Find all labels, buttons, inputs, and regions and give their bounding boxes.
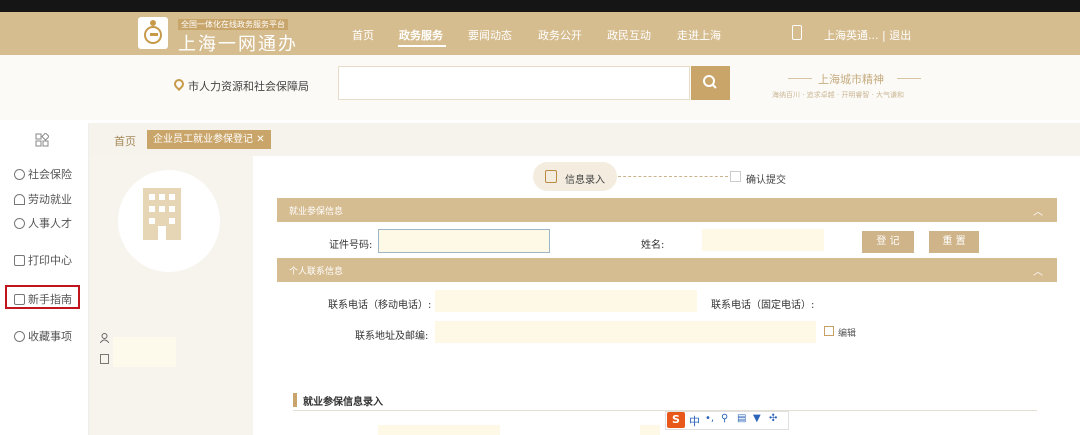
sidebar-item-label: 人事人才: [28, 217, 72, 230]
umbrella-icon: [14, 169, 25, 180]
address-label: 联系地址及邮编:: [355, 331, 429, 342]
section-employment-title: 就业参保信息: [289, 207, 344, 217]
person-icon: [99, 333, 110, 344]
tab-home[interactable]: 首页: [114, 133, 136, 149]
worker-icon: [14, 194, 25, 205]
edit-icon[interactable]: [824, 326, 834, 336]
nav-public[interactable]: 政务公开: [538, 27, 582, 43]
name-label: 姓名:: [641, 240, 665, 251]
sidebar-item-print-center[interactable]: 打印中心: [14, 252, 72, 268]
sidebar-item-social-insurance[interactable]: 社会保险: [14, 166, 72, 182]
id-number-label: 证件号码:: [329, 240, 373, 251]
sidebar-item-label: 劳动就业: [28, 193, 72, 206]
section-contact-title: 个人联系信息: [289, 267, 344, 277]
slogan-subtitle: 海纳百川 · 追求卓越 · 开明睿智 · 大气谦和: [772, 91, 905, 99]
logo-subtitle: 全国一体化在线政务服务平台: [178, 19, 288, 30]
sidebar-item-label: 打印中心: [28, 254, 72, 267]
contact-info-block: [113, 337, 176, 367]
logo-title[interactable]: 上海一网通办: [178, 30, 298, 56]
section-marker: [293, 393, 297, 407]
mobile-phone-field[interactable]: [435, 290, 697, 312]
step-2-label: 确认提交: [746, 175, 786, 186]
step-2-icon: [730, 171, 741, 182]
section-employment-header[interactable]: [277, 198, 1057, 222]
keyboard-icon[interactable]: ▤: [737, 413, 746, 424]
mobile-icon[interactable]: [792, 25, 802, 40]
location-label[interactable]: 市人力资源和社会保障局: [188, 78, 309, 94]
sidebar-item-favorites[interactable]: 收藏事项: [14, 328, 72, 344]
toolbox-icon[interactable]: ✣: [769, 413, 777, 424]
nav-home[interactable]: 首页: [352, 27, 374, 43]
section-entry-title: 就业参保信息录入: [303, 397, 383, 408]
slogan-title: 上海城市精神: [818, 73, 884, 86]
nav-news[interactable]: 要闻动态: [468, 27, 512, 43]
name-field[interactable]: [702, 229, 824, 251]
search-input[interactable]: [338, 66, 690, 100]
entry-field-1[interactable]: [378, 425, 500, 435]
tab-active-label: 企业员工就业参保登记: [153, 134, 253, 145]
apps-grid-icon[interactable]: [35, 132, 50, 147]
document-icon: [100, 354, 109, 364]
sidebar-item-label: 收藏事项: [28, 330, 72, 343]
nav-interaction[interactable]: 政民互动: [607, 27, 651, 43]
id-number-input[interactable]: [378, 229, 550, 253]
guide-highlight-box: [5, 285, 80, 309]
section-contact-header[interactable]: [277, 258, 1057, 282]
search-icon: [703, 75, 717, 89]
search-button[interactable]: [691, 66, 730, 100]
mobile-phone-label: 联系电话（移动电话）:: [328, 300, 432, 311]
sogou-logo-icon[interactable]: S: [667, 412, 685, 428]
slogan-line-left: [788, 78, 812, 79]
sidebar-item-personnel[interactable]: 人事人才: [14, 215, 72, 231]
printer-icon: [14, 255, 25, 266]
logo-icon[interactable]: [138, 17, 168, 49]
step-connector: [618, 176, 728, 177]
tab-active[interactable]: 企业员工就业参保登记 ✕: [147, 130, 271, 149]
edit-form-icon: [545, 170, 557, 183]
window-top-strip: [0, 0, 1080, 12]
slogan-line-right: [897, 78, 921, 79]
user-logout[interactable]: 上海英通... | 退出: [824, 27, 911, 43]
chevron-up-icon[interactable]: ︿: [1033, 263, 1043, 278]
building-icon: [143, 188, 181, 240]
entry-field-2[interactable]: [640, 425, 660, 435]
landline-phone-label: 联系电话（固定电话）:: [711, 300, 815, 311]
ime-chinese-mode[interactable]: 中: [689, 413, 700, 429]
reset-button[interactable]: 重 置: [929, 231, 979, 253]
sidebar-item-employment[interactable]: 劳动就业: [14, 191, 72, 207]
nav-shanghai[interactable]: 走进上海: [677, 27, 721, 43]
step-1-label: 信息录入: [565, 175, 605, 186]
nav-active-indicator: [398, 45, 446, 47]
sidebar-item-label: 社会保险: [28, 168, 72, 181]
close-icon[interactable]: ✕: [256, 134, 264, 145]
chevron-up-icon[interactable]: ︿: [1033, 203, 1043, 218]
skin-icon[interactable]: ▼: [753, 413, 761, 424]
edit-link[interactable]: 编辑: [838, 326, 856, 339]
microphone-icon[interactable]: ⚲: [721, 413, 728, 424]
register-button[interactable]: 登 记: [862, 231, 914, 253]
address-field[interactable]: [435, 321, 816, 343]
people-icon: [14, 218, 25, 229]
star-icon: [14, 331, 25, 342]
punctuation-icon[interactable]: •,: [705, 413, 714, 424]
nav-services[interactable]: 政务服务: [399, 27, 443, 43]
